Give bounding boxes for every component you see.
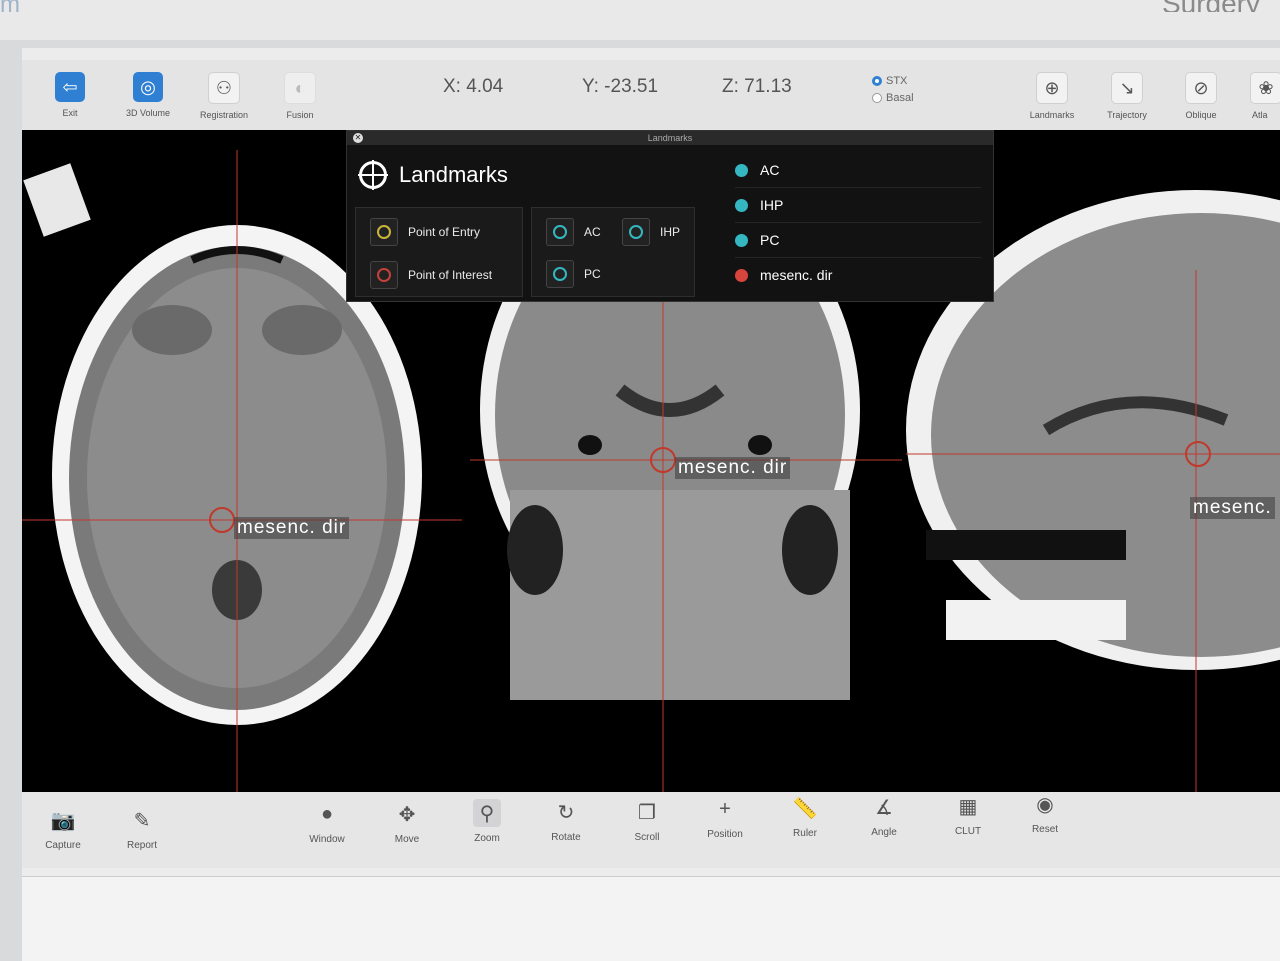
radio-selected-icon [872, 75, 882, 86]
pc-crosshair-icon [546, 260, 574, 288]
report-icon: ✎ [133, 809, 151, 832]
radio-stx[interactable]: STX [872, 72, 914, 89]
ac-crosshair-icon [546, 218, 574, 246]
app-logo-fragment: m [0, 0, 90, 12]
monitor-top-strip: m Surgery [0, 0, 1280, 40]
coronal-landmark-label: mesenc. dir [675, 457, 791, 479]
popup-titlebar: ✕ Landmarks [347, 131, 993, 145]
oblique-button[interactable]: ⊘ Oblique [1165, 72, 1237, 120]
clut-icon: ▦ [958, 795, 978, 818]
ihp-crosshair-icon [622, 218, 650, 246]
landmark-button-group: AC IHP PC [531, 207, 695, 297]
position-icon: + [719, 797, 731, 820]
point-of-entry-button[interactable]: Point of Entry [370, 218, 480, 246]
red-landmark-icon [735, 268, 748, 282]
capture-button[interactable]: 📷 Capture [27, 806, 99, 852]
lower-panel [22, 876, 1280, 961]
bottom-toolbar: 📷 Capture ✎ Report ● Window ✥ Move ⚲ Zoo… [22, 792, 1280, 868]
exit-icon: ⇦ [55, 72, 85, 102]
popup-heading: Landmarks [358, 160, 508, 190]
sagittal-landmark-label: mesenc. [1190, 497, 1275, 519]
point-of-entry-icon [370, 218, 398, 246]
trajectory-button[interactable]: ↘ Trajectory [1091, 72, 1163, 120]
move-icon: ✥ [398, 803, 416, 826]
camera-icon: 📷 [50, 809, 76, 832]
landmarks-popup: ✕ Landmarks Landmarks Point of Entry Poi… [346, 130, 994, 302]
axial-landmark-label: mesenc. dir [234, 517, 350, 539]
cyan-landmark-icon [735, 233, 748, 247]
oblique-icon: ⊘ [1185, 72, 1217, 104]
coord-x: X: 4.04 [443, 76, 504, 97]
report-button[interactable]: ✎ Report [106, 806, 178, 852]
coordinate-space-selector: STX Basal [872, 72, 914, 106]
ac-landmark-button[interactable]: AC [546, 218, 601, 246]
ihp-landmark-button[interactable]: IHP [622, 218, 680, 246]
angle-button[interactable]: ∡ Angle [848, 793, 920, 839]
ruler-icon: 📏 [792, 797, 818, 820]
landmark-list: AC IHP PC mesenc. dir [735, 153, 981, 295]
header-title-fragment: Surgery [1162, 0, 1260, 12]
atlas-button[interactable]: ❀ Atla [1238, 72, 1280, 120]
exit-button[interactable]: ⇦ Exit [34, 72, 106, 118]
entry-interest-group: Point of Entry Point of Interest [355, 207, 523, 297]
scroll-icon: ❐ [638, 801, 656, 824]
atlas-icon: ❀ [1250, 72, 1280, 104]
cyan-landmark-icon [735, 198, 748, 212]
list-item[interactable]: AC [735, 153, 981, 188]
fusion-button[interactable]: ◐ Fusion [264, 72, 336, 120]
list-item[interactable]: mesenc. dir [735, 258, 981, 292]
position-button[interactable]: + Position [689, 795, 761, 841]
point-of-interest-icon [370, 261, 398, 289]
crosshair-icon [358, 160, 388, 190]
coord-y: Y: -23.51 [582, 76, 659, 97]
zoom-button[interactable]: ⚲ Zoom [451, 799, 523, 844]
reset-icon: ◉ [1036, 793, 1054, 816]
scroll-button[interactable]: ❐ Scroll [611, 798, 683, 844]
rotate-icon: ↻ [557, 801, 575, 824]
3d-volume-button[interactable]: ◎ 3D Volume [112, 72, 184, 118]
registration-icon: ⚇ [208, 72, 240, 104]
landmarks-icon: ⊕ [1036, 72, 1068, 104]
radio-unselected-icon [872, 92, 882, 103]
angle-icon: ∡ [875, 796, 893, 819]
clut-button[interactable]: ▦ CLUT [932, 792, 1004, 838]
radio-basal[interactable]: Basal [872, 89, 914, 106]
zoom-icon: ⚲ [473, 799, 501, 827]
trajectory-icon: ↘ [1111, 72, 1143, 104]
ruler-button[interactable]: 📏 Ruler [769, 794, 841, 840]
rotate-button[interactable]: ↻ Rotate [530, 798, 602, 844]
close-icon[interactable]: ✕ [353, 133, 363, 143]
registration-button[interactable]: ⚇ Registration [188, 72, 260, 120]
list-item[interactable]: IHP [735, 188, 981, 223]
3d-volume-icon: ◎ [133, 72, 163, 102]
cyan-landmark-icon [735, 163, 748, 177]
reset-button[interactable]: ◉ Reset [1009, 790, 1081, 836]
list-item[interactable]: PC [735, 223, 981, 258]
move-button[interactable]: ✥ Move [371, 800, 443, 846]
point-of-interest-button[interactable]: Point of Interest [370, 261, 492, 289]
coord-z: Z: 71.13 [722, 76, 792, 97]
pc-landmark-button[interactable]: PC [546, 260, 601, 288]
fusion-icon: ◐ [284, 72, 316, 104]
landmarks-button[interactable]: ⊕ Landmarks [1016, 72, 1088, 120]
window-button[interactable]: ● Window [291, 800, 363, 846]
window-icon: ● [320, 802, 334, 825]
